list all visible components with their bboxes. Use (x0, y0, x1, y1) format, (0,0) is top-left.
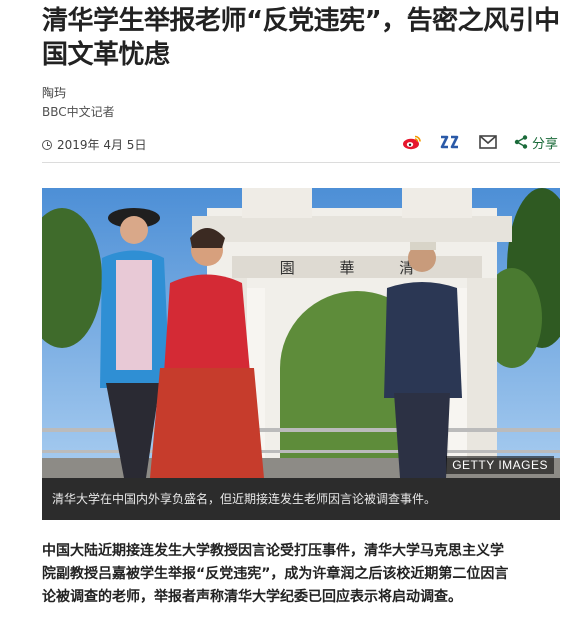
author-name: 陶玙 (42, 86, 67, 100)
image-credit: GETTY IMAGES (446, 456, 554, 474)
email-icon[interactable] (476, 132, 500, 152)
clock-icon (42, 139, 52, 150)
headline: 清华学生举报老师“反党违宪”，告密之风引中国文革忧虑 (42, 6, 560, 70)
article-photo: 園 華 清 GETTY IMAGES (42, 188, 560, 478)
publish-date: 2019年 4月 5日 (57, 138, 147, 152)
author-role: BBC中文记者 (42, 105, 115, 119)
share-label: 分享 (531, 136, 558, 152)
qzone-icon[interactable] (438, 132, 462, 152)
body-paragraph: 中国大陆近期接连发生大学教授因言论受打压事件，清华大学马克思主义学院副教授吕嘉被… (42, 543, 509, 605)
divider (42, 162, 560, 163)
tsinghua-gate-photo: 園 華 清 (42, 188, 560, 478)
weibo-icon[interactable] (400, 132, 424, 152)
share-icon (514, 135, 528, 149)
dateline: 2019年 4月 5日 (42, 136, 146, 153)
image-caption: 清华大学在中国内外享负盛名，但近期接连发生老师因言论被调查事件。 (42, 478, 560, 520)
share-button[interactable]: 分享 (514, 133, 558, 152)
share-bar: 分享 (400, 132, 558, 152)
